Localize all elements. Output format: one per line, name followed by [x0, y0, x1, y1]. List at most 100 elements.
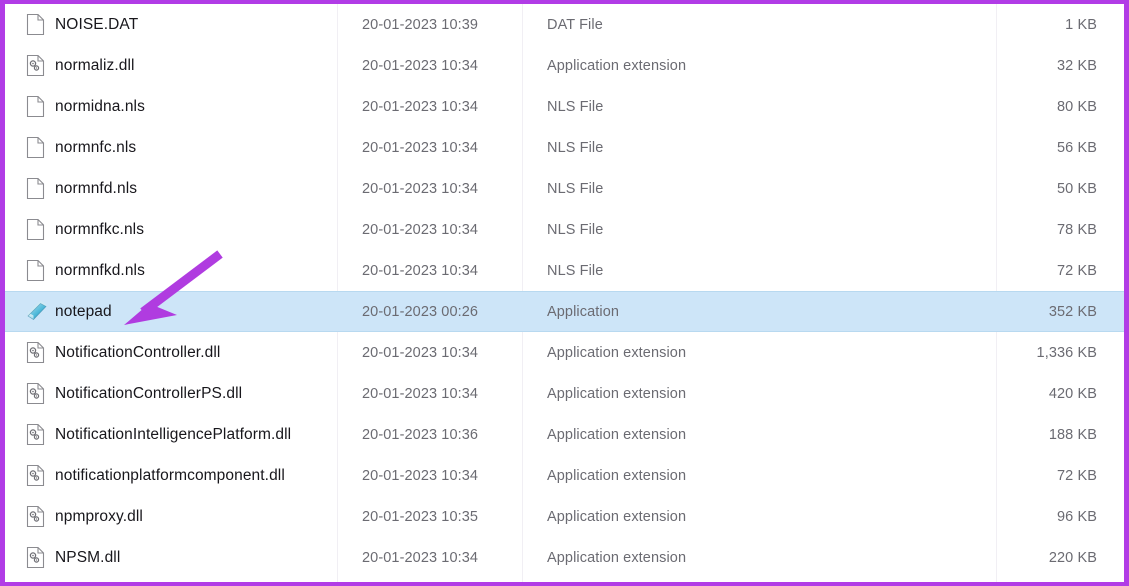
file-size-cell: 1 KB — [973, 16, 1124, 34]
file-name-cell[interactable]: NPSM.dll — [26, 546, 337, 569]
file-name-label: normidna.nls — [55, 97, 145, 115]
file-name-label: normnfd.nls — [55, 179, 138, 197]
file-size-label: 188 KB — [1048, 426, 1097, 443]
file-date-label: 20-01-2023 10:34 — [362, 98, 479, 115]
file-name-cell[interactable]: NotificationController.dll — [26, 341, 337, 364]
file-name-cell[interactable]: normnfd.nls — [26, 177, 337, 200]
file-type-label: Application extension — [547, 426, 687, 443]
file-name-label: NOISE.DAT — [55, 15, 139, 33]
file-date-label: 20-01-2023 10:34 — [362, 57, 479, 74]
file-size-label: 50 KB — [1057, 180, 1097, 197]
file-row[interactable]: normnfkc.nls 20-01-2023 10:34 NLS File 78 K… — [5, 209, 1124, 250]
file-row[interactable]: notepad 20-01-2023 00:26 Application 352 KB — [5, 291, 1124, 332]
dll-file-icon — [26, 464, 45, 487]
file-type-cell: NLS File — [523, 221, 973, 239]
file-type-cell: DAT File — [523, 16, 973, 34]
file-type-cell: Application extension — [523, 385, 973, 403]
file-name-cell[interactable]: npmproxy.dll — [26, 505, 337, 528]
file-name-label: notificationplatformcomponent.dll — [55, 466, 285, 484]
file-size-cell: 78 KB — [973, 221, 1124, 239]
dll-file-icon — [26, 341, 45, 364]
file-name-cell[interactable]: normnfkc.nls — [26, 218, 337, 241]
file-type-cell: NLS File — [523, 262, 973, 280]
file-size-label: 80 KB — [1057, 98, 1097, 115]
file-type-label: NLS File — [547, 262, 604, 279]
file-size-cell: 420 KB — [973, 385, 1124, 403]
file-name-cell[interactable]: NOISE.DAT — [26, 13, 337, 36]
file-size-cell: 32 KB — [973, 57, 1124, 75]
file-date-cell: 20-01-2023 10:34 — [337, 262, 523, 280]
file-date-label: 20-01-2023 10:35 — [362, 508, 479, 525]
file-size-cell: 188 KB — [973, 426, 1124, 444]
file-row[interactable]: NotificationController.dll 20-01-2023 10:… — [5, 332, 1124, 373]
file-size-label: 32 KB — [1057, 57, 1097, 74]
generic-file-icon — [26, 136, 45, 159]
file-date-label: 20-01-2023 10:39 — [362, 16, 479, 33]
file-row[interactable]: normaliz.dll 20-01-2023 10:34 Application … — [5, 45, 1124, 86]
file-type-label: DAT File — [547, 16, 603, 33]
file-size-cell: 80 KB — [973, 98, 1124, 116]
file-row[interactable]: NPSM.dll 20-01-2023 10:34 Application exte… — [5, 537, 1124, 578]
file-type-label: Application extension — [547, 467, 687, 484]
file-type-cell: NLS File — [523, 98, 973, 116]
file-date-cell: 20-01-2023 10:34 — [337, 98, 523, 116]
file-name-label: NotificationControllerPS.dll — [55, 384, 243, 402]
file-date-label: 20-01-2023 10:34 — [362, 139, 479, 156]
generic-file-icon — [26, 95, 45, 118]
file-name-cell[interactable]: normnfkd.nls — [26, 259, 337, 282]
file-date-cell: 20-01-2023 10:34 — [337, 549, 523, 567]
file-row[interactable]: notificationplatformcomponent.dll 20-01-2… — [5, 455, 1124, 496]
generic-file-icon — [26, 13, 45, 36]
file-name-label: npmproxy.dll — [55, 507, 143, 525]
file-size-cell: 56 KB — [973, 139, 1124, 157]
file-type-cell: Application extension — [523, 467, 973, 485]
file-explorer-window: NOISE.DAT 20-01-2023 10:39 DAT File 1 KB nor… — [0, 0, 1129, 586]
file-date-cell: 20-01-2023 10:34 — [337, 385, 523, 403]
file-size-cell: 72 KB — [973, 262, 1124, 280]
file-name-label: normnfkc.nls — [55, 220, 145, 238]
file-date-cell: 20-01-2023 10:34 — [337, 57, 523, 75]
file-name-cell[interactable]: normnfc.nls — [26, 136, 337, 159]
file-type-cell: Application — [523, 303, 973, 321]
file-size-label: 220 KB — [1048, 549, 1097, 566]
file-name-cell[interactable]: NotificationIntelligencePlatform.dll — [26, 423, 337, 446]
generic-file-icon — [26, 259, 45, 282]
file-row[interactable]: NotificationIntelligencePlatform.dll 20-0… — [5, 414, 1124, 455]
file-type-label: Application extension — [547, 385, 687, 402]
file-row[interactable]: normnfc.nls 20-01-2023 10:34 NLS File 56 KB — [5, 127, 1124, 168]
file-date-label: 20-01-2023 10:34 — [362, 385, 479, 402]
file-name-cell[interactable]: normidna.nls — [26, 95, 337, 118]
file-size-cell: 352 KB — [973, 303, 1124, 321]
file-date-label: 20-01-2023 10:34 — [362, 262, 479, 279]
file-row[interactable]: normnfkd.nls 20-01-2023 10:34 NLS File 72 K… — [5, 250, 1124, 291]
dll-file-icon — [26, 546, 45, 569]
file-name-cell[interactable]: normaliz.dll — [26, 54, 337, 77]
file-date-cell: 20-01-2023 10:34 — [337, 139, 523, 157]
file-name-cell[interactable]: notificationplatformcomponent.dll — [26, 464, 337, 487]
file-date-label: 20-01-2023 00:26 — [362, 303, 479, 320]
file-name-label: normnfkd.nls — [55, 261, 145, 279]
dll-file-icon — [26, 54, 45, 77]
file-size-label: 72 KB — [1057, 467, 1097, 484]
file-size-label: 1 KB — [1065, 16, 1097, 33]
file-type-cell: NLS File — [523, 180, 973, 198]
file-name-label: normaliz.dll — [55, 56, 135, 74]
file-type-label: Application — [547, 303, 620, 320]
file-row[interactable]: normnfd.nls 20-01-2023 10:34 NLS File 50 KB — [5, 168, 1124, 209]
file-name-cell[interactable]: notepad — [26, 300, 337, 323]
file-row[interactable]: normidna.nls 20-01-2023 10:34 NLS File 80 K… — [5, 86, 1124, 127]
file-date-cell: 20-01-2023 10:34 — [337, 344, 523, 362]
file-type-cell: NLS File — [523, 139, 973, 157]
file-type-cell: Application extension — [523, 549, 973, 567]
file-row[interactable]: NotificationControllerPS.dll 20-01-2023 1… — [5, 373, 1124, 414]
file-row[interactable]: NOISE.DAT 20-01-2023 10:39 DAT File 1 KB — [5, 4, 1124, 45]
file-row[interactable]: npmproxy.dll 20-01-2023 10:35 Application … — [5, 496, 1124, 537]
file-size-label: 72 KB — [1057, 262, 1097, 279]
file-type-label: NLS File — [547, 139, 604, 156]
file-name-cell[interactable]: NotificationControllerPS.dll — [26, 382, 337, 405]
file-date-label: 20-01-2023 10:36 — [362, 426, 479, 443]
file-size-cell: 96 KB — [973, 508, 1124, 526]
file-type-label: Application extension — [547, 508, 687, 525]
file-type-label: Application extension — [547, 344, 687, 361]
file-date-cell: 20-01-2023 00:26 — [337, 303, 523, 321]
